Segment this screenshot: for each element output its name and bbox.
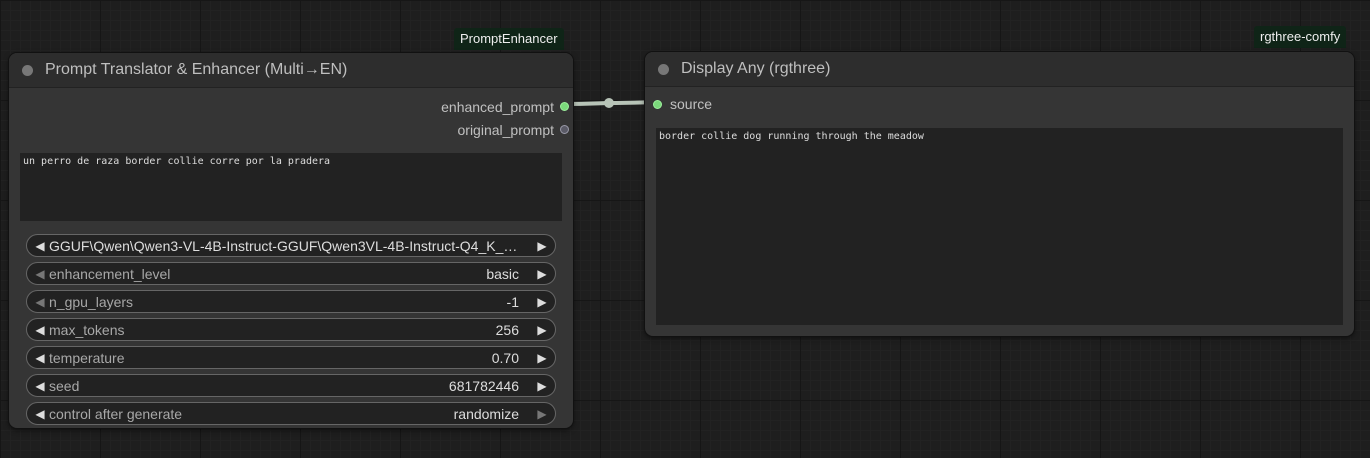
widget-label: n_gpu_layers <box>49 293 134 310</box>
input-label: source <box>670 96 713 112</box>
node-source-badge: rgthree-comfy <box>1254 26 1347 48</box>
decrement-arrow-icon[interactable]: ◀ <box>31 267 49 281</box>
output-slot-icon[interactable] <box>560 102 569 111</box>
increment-arrow-icon[interactable]: ▶ <box>533 323 551 337</box>
output-label: enhanced_prompt <box>441 98 554 115</box>
node-header[interactable]: Display Any (rgthree) <box>645 52 1354 87</box>
max-tokens-number[interactable]: ◀ max_tokens 256 ▶ <box>26 318 556 341</box>
output-slots: enhanced_prompt original_prompt <box>373 95 573 141</box>
widget-label: max_tokens <box>49 321 125 338</box>
temperature-number[interactable]: ◀ temperature 0.70 ▶ <box>26 346 556 369</box>
collapse-dot-icon[interactable] <box>658 63 669 75</box>
n-gpu-layers-number[interactable]: ◀ n_gpu_layers -1 ▶ <box>26 290 556 313</box>
decrement-arrow-icon[interactable]: ◀ <box>31 379 49 393</box>
output-label: original_prompt <box>457 121 555 138</box>
increment-arrow-icon[interactable]: ▶ <box>533 379 551 393</box>
widget-value: 0.70 <box>491 349 519 366</box>
enhancement-level-combo[interactable]: ◀ enhancement_level basic ▶ <box>26 262 556 285</box>
widget-value: 681782446 <box>448 377 519 394</box>
decrement-arrow-icon[interactable]: ◀ <box>31 295 49 309</box>
node-title: Prompt Translator & Enhancer (Multi→EN) <box>45 61 348 78</box>
output-original-prompt[interactable]: original_prompt <box>373 118 573 141</box>
increment-arrow-icon[interactable]: ▶ <box>533 295 551 309</box>
decrement-arrow-icon[interactable]: ◀ <box>31 351 49 365</box>
decrement-arrow-icon[interactable]: ◀ <box>31 323 49 337</box>
increment-arrow-icon[interactable]: ▶ <box>533 407 551 421</box>
widget-value: randomize <box>453 405 519 422</box>
collapse-dot-icon[interactable] <box>22 64 33 76</box>
widget-label: seed <box>49 377 80 394</box>
output-enhanced-prompt[interactable]: enhanced_prompt <box>373 95 573 118</box>
node-header[interactable]: Prompt Translator & Enhancer (Multi→EN) <box>9 53 573 88</box>
widget-label: temperature <box>49 349 125 366</box>
model-combo[interactable]: ◀ GGUF\Qwen\Qwen3-VL-4B-Instruct-GGUF\Qw… <box>26 234 556 257</box>
model-value: GGUF\Qwen\Qwen3-VL-4B-Instruct-GGUF\Qwen… <box>49 237 533 254</box>
widget-label: control after generate <box>49 405 183 422</box>
decrement-arrow-icon[interactable]: ◀ <box>31 239 49 253</box>
input-slot-icon[interactable] <box>653 99 662 109</box>
widget-value: basic <box>486 265 519 282</box>
seed-number[interactable]: ◀ seed 681782446 ▶ <box>26 374 556 397</box>
node-title: Display Any (rgthree) <box>681 60 831 77</box>
widget-value: 256 <box>495 321 519 338</box>
display-any-node[interactable]: Display Any (rgthree) source border coll… <box>645 52 1354 336</box>
prompt-translator-node[interactable]: Prompt Translator & Enhancer (Multi→EN) … <box>9 53 573 428</box>
output-slot-icon[interactable] <box>560 125 569 134</box>
decrement-arrow-icon[interactable]: ◀ <box>31 407 49 421</box>
link-reroute-dot[interactable] <box>604 98 614 108</box>
input-source[interactable]: source <box>653 95 712 113</box>
widget-value: -1 <box>506 293 519 310</box>
node-source-badge: PromptEnhancer <box>454 28 564 50</box>
increment-arrow-icon[interactable]: ▶ <box>533 351 551 365</box>
increment-arrow-icon[interactable]: ▶ <box>533 239 551 253</box>
display-output-textarea[interactable]: border collie dog running through the me… <box>656 128 1343 325</box>
increment-arrow-icon[interactable]: ▶ <box>533 267 551 281</box>
prompt-textarea[interactable]: un perro de raza border collie corre por… <box>20 153 562 221</box>
control-after-generate-combo[interactable]: ◀ control after generate randomize ▶ <box>26 402 556 425</box>
widget-label: enhancement_level <box>49 265 171 282</box>
